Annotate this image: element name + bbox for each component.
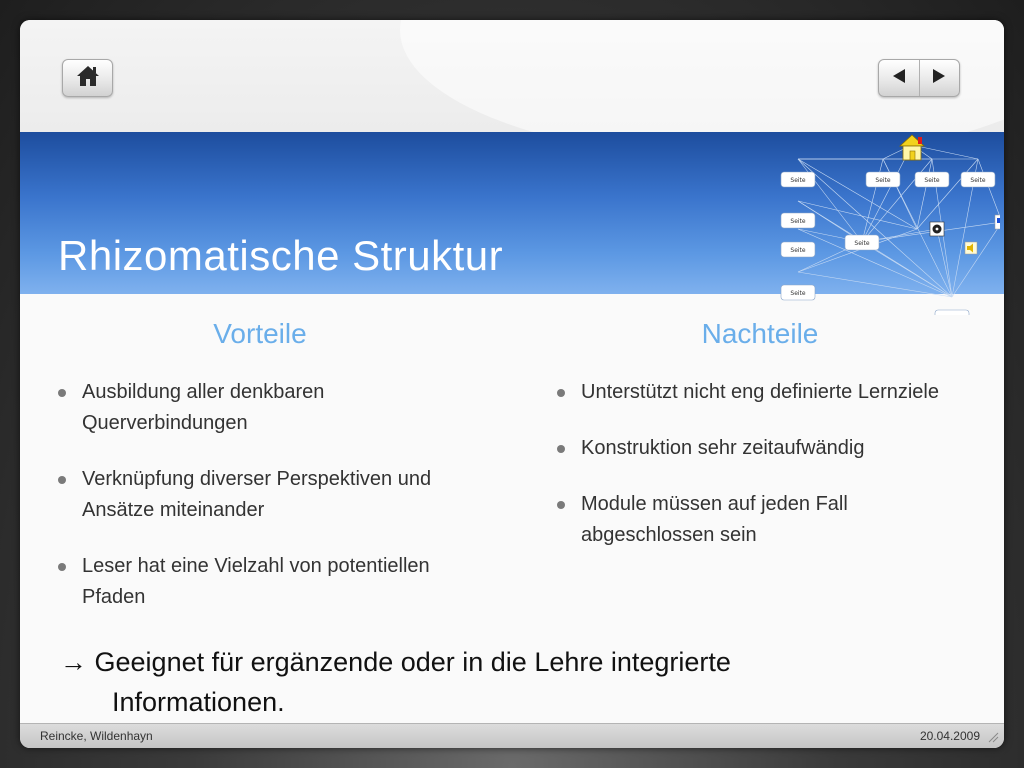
list-item-text: Module müssen auf jeden Fall abgeschloss… xyxy=(581,493,848,546)
bullet-dot xyxy=(557,389,565,397)
footer: Reincke, Wildenhayn 20.04.2009 xyxy=(20,723,1004,748)
list-item: Verknüpfung diverser Perspektiven und An… xyxy=(58,464,478,526)
page-node-label: Seite xyxy=(790,177,806,184)
list-item: Module müssen auf jeden Fall abgeschloss… xyxy=(557,489,977,551)
page-node[interactable]: Seite xyxy=(780,171,816,188)
footer-date: 20.04.2009 xyxy=(919,729,980,743)
page-node-label: Seite xyxy=(790,290,806,297)
film-icon[interactable] xyxy=(929,221,945,237)
next-slide-button[interactable] xyxy=(918,60,960,96)
arrow-left-icon xyxy=(890,67,908,89)
bullet-dot xyxy=(557,445,565,453)
bullet-dot xyxy=(58,476,66,484)
list-item-text: Verknüpfung diverser Perspektiven und An… xyxy=(82,468,432,521)
bullet-dot xyxy=(58,563,66,571)
page-node-label: Seite xyxy=(790,247,806,254)
page-node[interactable]: Seite xyxy=(934,309,970,315)
page-node-label: Seite xyxy=(854,240,870,247)
bullet-dot xyxy=(58,389,66,397)
list-item-text: Leser hat eine Vielzahl von potentiellen… xyxy=(82,555,430,608)
list-item-text: Ausbildung aller denkbaren Querverbindun… xyxy=(82,381,325,434)
list-item: Unterstützt nicht eng definierte Lernzie… xyxy=(557,377,977,408)
page-node[interactable]: Seite xyxy=(780,284,816,301)
diagram-connections xyxy=(797,144,1000,298)
shapes-icon[interactable] xyxy=(994,214,1000,230)
home-icon xyxy=(75,64,101,92)
list-item: Konstruktion sehr zeitaufwändig xyxy=(557,433,977,464)
conclusion-line-1: Geeignet für ergänzende oder in die Lehr… xyxy=(94,647,731,677)
advantages-heading: Vorteile xyxy=(213,318,307,349)
page-node-label: Seite xyxy=(875,177,891,184)
slide: Rhizomatische Struktur Seite Seite Seite… xyxy=(20,20,1004,748)
page-node[interactable]: Seite xyxy=(914,171,950,188)
conclusion: → Geeignet für ergänzende oder in die Le… xyxy=(60,642,960,722)
page-node[interactable]: Seite xyxy=(865,171,901,188)
arrow-right-icon xyxy=(930,67,948,89)
arrow-right-icon: → xyxy=(60,647,87,677)
list-item-text: Unterstützt nicht eng definierte Lernzie… xyxy=(581,381,939,403)
footer-authors: Reincke, Wildenhayn xyxy=(40,729,153,743)
home-button[interactable] xyxy=(62,59,113,97)
conclusion-line-2: Informationen. xyxy=(112,687,285,717)
slide-title: Rhizomatische Struktur xyxy=(58,232,504,279)
page-node-label: Seite xyxy=(790,218,806,225)
advantages-list: Ausbildung aller denkbaren Querverbindun… xyxy=(58,377,478,638)
disadvantages-heading: Nachteile xyxy=(701,318,819,349)
page-node-label: Seite xyxy=(970,177,986,184)
house-icon xyxy=(898,134,926,161)
resize-grip-icon xyxy=(987,731,999,746)
page-node-label: Seite xyxy=(924,177,940,184)
page-node[interactable]: Seite xyxy=(780,212,816,229)
list-item: Leser hat eine Vielzahl von potentiellen… xyxy=(58,551,478,613)
speaker-icon[interactable] xyxy=(964,241,978,255)
page-node[interactable]: Seite xyxy=(960,171,996,188)
page-node[interactable]: Seite xyxy=(844,234,880,251)
disadvantages-list: Unterstützt nicht eng definierte Lernzie… xyxy=(557,377,977,576)
rhizome-diagram: Seite Seite Seite Seite Seite Seite Seit… xyxy=(780,134,1000,315)
slide-navigation xyxy=(878,59,960,97)
bullet-dot xyxy=(557,501,565,509)
list-item: Ausbildung aller denkbaren Querverbindun… xyxy=(58,377,478,439)
page-node[interactable]: Seite xyxy=(780,241,816,258)
previous-slide-button[interactable] xyxy=(879,60,919,96)
list-item-text: Konstruktion sehr zeitaufwändig xyxy=(581,437,865,459)
